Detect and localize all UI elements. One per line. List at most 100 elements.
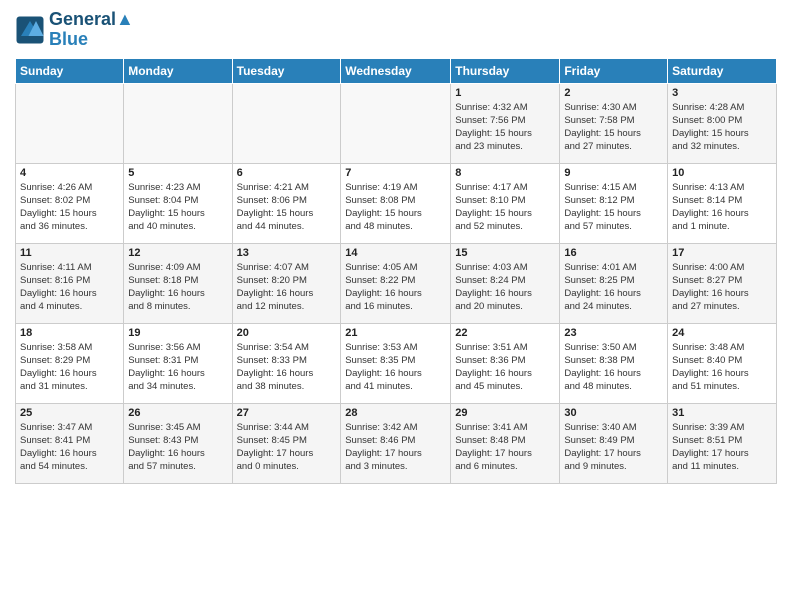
day-info: Sunrise: 4:03 AM Sunset: 8:24 PM Dayligh… bbox=[455, 261, 555, 314]
calendar-cell: 25 Sunrise: 3:47 AM Sunset: 8:41 PM Dayli… bbox=[16, 403, 124, 483]
calendar-cell: 14 Sunrise: 4:05 AM Sunset: 8:22 PM Dayli… bbox=[341, 243, 451, 323]
calendar-cell: 7Sunrise: 4:19 AM Sunset: 8:08 PM Daylig… bbox=[341, 163, 451, 243]
calendar-cell: 8 Sunrise: 4:17 AM Sunset: 8:10 PM Daylig… bbox=[451, 163, 560, 243]
day-number: 9 bbox=[564, 167, 663, 179]
day-info: Sunrise: 3:41 AM Sunset: 8:48 PM Dayligh… bbox=[455, 421, 555, 474]
day-number: 3 bbox=[672, 87, 772, 99]
weekday-header-saturday: Saturday bbox=[668, 58, 777, 83]
day-number: 29 bbox=[455, 407, 555, 419]
calendar-cell: 31 Sunrise: 3:39 AM Sunset: 8:51 PM Dayli… bbox=[668, 403, 777, 483]
day-info: Sunrise: 4:15 AM Sunset: 8:12 PM Dayligh… bbox=[564, 181, 663, 234]
day-number: 18 bbox=[20, 327, 119, 339]
day-info: Sunrise: 3:53 AM Sunset: 8:35 PM Dayligh… bbox=[345, 341, 446, 394]
calendar-cell: 29 Sunrise: 3:41 AM Sunset: 8:48 PM Dayli… bbox=[451, 403, 560, 483]
calendar-cell: 4Sunrise: 4:26 AM Sunset: 8:02 PM Daylig… bbox=[16, 163, 124, 243]
day-info: Sunrise: 3:44 AM Sunset: 8:45 PM Dayligh… bbox=[237, 421, 337, 474]
calendar-cell: 9 Sunrise: 4:15 AM Sunset: 8:12 PM Daylig… bbox=[560, 163, 668, 243]
calendar-cell: 16 Sunrise: 4:01 AM Sunset: 8:25 PM Dayli… bbox=[560, 243, 668, 323]
calendar-cell: 26 Sunrise: 3:45 AM Sunset: 8:43 PM Dayli… bbox=[124, 403, 232, 483]
day-number: 26 bbox=[128, 407, 227, 419]
calendar-week-3: 11Sunrise: 4:11 AM Sunset: 8:16 PM Dayli… bbox=[16, 243, 777, 323]
calendar-cell bbox=[124, 83, 232, 163]
calendar-cell: 18 Sunrise: 3:58 AM Sunset: 8:29 PM Dayli… bbox=[16, 323, 124, 403]
calendar-cell: 17 Sunrise: 4:00 AM Sunset: 8:27 PM Dayli… bbox=[668, 243, 777, 323]
day-info: Sunrise: 3:48 AM Sunset: 8:40 PM Dayligh… bbox=[672, 341, 772, 394]
day-number: 5 bbox=[128, 167, 227, 179]
weekday-header-thursday: Thursday bbox=[451, 58, 560, 83]
day-info: Sunrise: 4:00 AM Sunset: 8:27 PM Dayligh… bbox=[672, 261, 772, 314]
calendar-cell: 2Sunrise: 4:30 AM Sunset: 7:58 PM Daylig… bbox=[560, 83, 668, 163]
weekday-header-row: SundayMondayTuesdayWednesdayThursdayFrid… bbox=[16, 58, 777, 83]
day-info: Sunrise: 3:51 AM Sunset: 8:36 PM Dayligh… bbox=[455, 341, 555, 394]
calendar-cell: 3 Sunrise: 4:28 AM Sunset: 8:00 PM Daylig… bbox=[668, 83, 777, 163]
day-number: 12 bbox=[128, 247, 227, 259]
calendar-week-1: 1 Sunrise: 4:32 AM Sunset: 7:56 PM Daylig… bbox=[16, 83, 777, 163]
calendar-cell: 19 Sunrise: 3:56 AM Sunset: 8:31 PM Dayli… bbox=[124, 323, 232, 403]
day-info: Sunrise: 3:58 AM Sunset: 8:29 PM Dayligh… bbox=[20, 341, 119, 394]
calendar-cell: 15 Sunrise: 4:03 AM Sunset: 8:24 PM Dayli… bbox=[451, 243, 560, 323]
day-info: Sunrise: 3:54 AM Sunset: 8:33 PM Dayligh… bbox=[237, 341, 337, 394]
day-info: Sunrise: 4:05 AM Sunset: 8:22 PM Dayligh… bbox=[345, 261, 446, 314]
calendar-cell: 22 Sunrise: 3:51 AM Sunset: 8:36 PM Dayli… bbox=[451, 323, 560, 403]
day-info: Sunrise: 3:50 AM Sunset: 8:38 PM Dayligh… bbox=[564, 341, 663, 394]
calendar-cell: 30Sunrise: 3:40 AM Sunset: 8:49 PM Dayli… bbox=[560, 403, 668, 483]
day-number: 19 bbox=[128, 327, 227, 339]
logo: General▲ Blue bbox=[15, 10, 134, 50]
calendar-cell bbox=[341, 83, 451, 163]
day-number: 15 bbox=[455, 247, 555, 259]
day-info: Sunrise: 4:23 AM Sunset: 8:04 PM Dayligh… bbox=[128, 181, 227, 234]
day-number: 14 bbox=[345, 247, 446, 259]
day-info: Sunrise: 4:32 AM Sunset: 7:56 PM Dayligh… bbox=[455, 101, 555, 154]
day-info: Sunrise: 4:17 AM Sunset: 8:10 PM Dayligh… bbox=[455, 181, 555, 234]
weekday-header-tuesday: Tuesday bbox=[232, 58, 341, 83]
calendar-cell: 5 Sunrise: 4:23 AM Sunset: 8:04 PM Daylig… bbox=[124, 163, 232, 243]
calendar-cell bbox=[16, 83, 124, 163]
calendar-cell: 20 Sunrise: 3:54 AM Sunset: 8:33 PM Dayli… bbox=[232, 323, 341, 403]
day-number: 25 bbox=[20, 407, 119, 419]
day-info: Sunrise: 3:45 AM Sunset: 8:43 PM Dayligh… bbox=[128, 421, 227, 474]
day-number: 17 bbox=[672, 247, 772, 259]
day-info: Sunrise: 4:07 AM Sunset: 8:20 PM Dayligh… bbox=[237, 261, 337, 314]
calendar-cell: 10Sunrise: 4:13 AM Sunset: 8:14 PM Dayli… bbox=[668, 163, 777, 243]
day-number: 1 bbox=[455, 87, 555, 99]
calendar-cell: 28 Sunrise: 3:42 AM Sunset: 8:46 PM Dayli… bbox=[341, 403, 451, 483]
day-info: Sunrise: 3:56 AM Sunset: 8:31 PM Dayligh… bbox=[128, 341, 227, 394]
day-info: Sunrise: 4:01 AM Sunset: 8:25 PM Dayligh… bbox=[564, 261, 663, 314]
calendar-cell: 11Sunrise: 4:11 AM Sunset: 8:16 PM Dayli… bbox=[16, 243, 124, 323]
day-info: Sunrise: 3:40 AM Sunset: 8:49 PM Dayligh… bbox=[564, 421, 663, 474]
day-number: 20 bbox=[237, 327, 337, 339]
day-info: Sunrise: 4:21 AM Sunset: 8:06 PM Dayligh… bbox=[237, 181, 337, 234]
weekday-header-sunday: Sunday bbox=[16, 58, 124, 83]
day-info: Sunrise: 3:39 AM Sunset: 8:51 PM Dayligh… bbox=[672, 421, 772, 474]
weekday-header-wednesday: Wednesday bbox=[341, 58, 451, 83]
logo-icon bbox=[15, 15, 45, 45]
day-number: 28 bbox=[345, 407, 446, 419]
day-number: 6 bbox=[237, 167, 337, 179]
day-number: 11 bbox=[20, 247, 119, 259]
day-info: Sunrise: 4:28 AM Sunset: 8:00 PM Dayligh… bbox=[672, 101, 772, 154]
calendar-cell: 1 Sunrise: 4:32 AM Sunset: 7:56 PM Daylig… bbox=[451, 83, 560, 163]
day-number: 31 bbox=[672, 407, 772, 419]
page-header: General▲ Blue bbox=[15, 10, 777, 50]
calendar-table: SundayMondayTuesdayWednesdayThursdayFrid… bbox=[15, 58, 777, 484]
day-number: 13 bbox=[237, 247, 337, 259]
day-number: 24 bbox=[672, 327, 772, 339]
weekday-header-friday: Friday bbox=[560, 58, 668, 83]
day-number: 22 bbox=[455, 327, 555, 339]
day-info: Sunrise: 4:13 AM Sunset: 8:14 PM Dayligh… bbox=[672, 181, 772, 234]
day-number: 8 bbox=[455, 167, 555, 179]
calendar-week-2: 4Sunrise: 4:26 AM Sunset: 8:02 PM Daylig… bbox=[16, 163, 777, 243]
day-number: 2 bbox=[564, 87, 663, 99]
day-info: Sunrise: 4:09 AM Sunset: 8:18 PM Dayligh… bbox=[128, 261, 227, 314]
logo-text: General▲ Blue bbox=[49, 10, 134, 50]
calendar-cell bbox=[232, 83, 341, 163]
day-info: Sunrise: 3:47 AM Sunset: 8:41 PM Dayligh… bbox=[20, 421, 119, 474]
calendar-cell: 24 Sunrise: 3:48 AM Sunset: 8:40 PM Dayli… bbox=[668, 323, 777, 403]
day-number: 16 bbox=[564, 247, 663, 259]
day-info: Sunrise: 4:26 AM Sunset: 8:02 PM Dayligh… bbox=[20, 181, 119, 234]
day-number: 21 bbox=[345, 327, 446, 339]
calendar-cell: 27Sunrise: 3:44 AM Sunset: 8:45 PM Dayli… bbox=[232, 403, 341, 483]
day-info: Sunrise: 3:42 AM Sunset: 8:46 PM Dayligh… bbox=[345, 421, 446, 474]
day-number: 23 bbox=[564, 327, 663, 339]
weekday-header-monday: Monday bbox=[124, 58, 232, 83]
